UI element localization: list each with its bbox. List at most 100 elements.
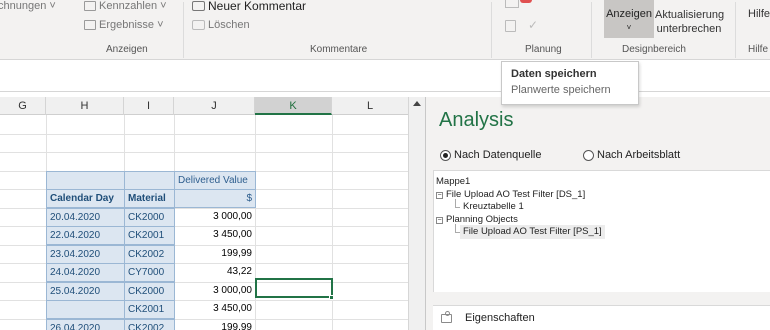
calendar-day-header[interactable]: Calendar Day	[46, 189, 125, 208]
spreadsheet-grid[interactable]: Delivered Value Calendar Day Material $ …	[0, 115, 408, 330]
radio-unselected-icon	[583, 149, 594, 161]
kennzahlen-menu[interactable]: Kennzahlen ˅	[84, 0, 167, 12]
fill-handle[interactable]	[329, 295, 334, 300]
tree-connector	[455, 207, 460, 208]
table-row-value[interactable]: 199,99	[174, 319, 255, 330]
column-headers: G H I J K L	[0, 97, 408, 115]
table-corner-cell[interactable]	[124, 171, 175, 190]
data-source-tree[interactable]: Mappe1 − File Upload AO Test Filter [DS_1…	[433, 170, 770, 292]
table-row-material[interactable]: CY7000	[124, 263, 175, 282]
gridline	[0, 134, 408, 135]
formula-bar[interactable]	[0, 60, 770, 92]
material-header[interactable]: Material	[124, 189, 175, 208]
radio-nach-datenquelle-label: Nach Datenquelle	[454, 149, 542, 161]
save-data-icon[interactable]	[505, 0, 519, 8]
column-header-i[interactable]: I	[124, 97, 174, 115]
delete-comment-icon	[192, 20, 205, 30]
table-corner-cell[interactable]	[46, 171, 125, 190]
table-row-value[interactable]: 3 450,00	[174, 300, 255, 319]
properties-section[interactable]: Eigenschaften	[433, 305, 770, 330]
sigma-icon	[84, 20, 96, 30]
analysis-title: Analysis	[439, 109, 514, 131]
radio-nach-arbeitsblatt-label: Nach Arbeitsblatt	[597, 149, 681, 161]
hilfe-button[interactable]: Hilfe	[748, 8, 770, 20]
ribbon: chnungen ˅ Kennzahlen ˅ Ergebnisse ˅ Anz…	[0, 0, 770, 60]
aktualisierung-label-line1: Aktualisierung	[655, 9, 725, 21]
table-row-material[interactable]: CK2000	[124, 208, 175, 227]
loeschen-button[interactable]: Löschen	[192, 19, 250, 31]
kennzahlen-label: Kennzahlen ˅	[99, 0, 167, 12]
table-row-value[interactable]: 3 000,00	[174, 208, 255, 227]
radio-nach-datenquelle[interactable]: Nach Datenquelle	[440, 149, 541, 161]
vertical-scrollbar[interactable]	[408, 97, 425, 330]
tooltip-description: Planwerte speichern	[511, 84, 611, 96]
table-row-material[interactable]: CK2001	[124, 300, 175, 319]
aktualisierung-unterbrechen-button[interactable]: Aktualisierung unterbrechen	[655, 8, 725, 36]
radio-nach-arbeitsblatt[interactable]: Nach Arbeitsblatt	[583, 149, 680, 161]
tooltip-title: Daten speichern	[511, 68, 597, 80]
tree-node-root[interactable]: Mappe1	[436, 176, 470, 188]
table-row-value[interactable]: 43,22	[174, 263, 255, 282]
table-row-material[interactable]: CK2001	[124, 226, 175, 245]
gridline	[0, 152, 408, 153]
berechnungen-label: chnungen ˅	[0, 0, 56, 12]
table-row-date[interactable]: 24.04.2020	[46, 263, 125, 282]
delivered-value-header[interactable]: Delivered Value	[174, 171, 256, 190]
column-header-h[interactable]: H	[46, 97, 124, 115]
berechnungen-menu[interactable]: chnungen ˅	[0, 0, 56, 12]
comment-icon	[192, 1, 205, 11]
tree-node-planning-objects-label: Planning Objects	[446, 214, 518, 225]
neuer-kommentar-button[interactable]: Neuer Kommentar	[192, 0, 306, 13]
table-row-material[interactable]: CK2002	[124, 245, 175, 264]
collapse-icon[interactable]: −	[436, 217, 443, 224]
group-anzeigen-label: Anzeigen	[106, 44, 148, 55]
tree-node-ds1[interactable]: − File Upload AO Test Filter [DS_1]	[436, 189, 585, 201]
active-cell[interactable]	[255, 278, 333, 298]
table-row-date[interactable]: 26.04.2020	[46, 319, 125, 330]
column-header-l[interactable]: L	[332, 97, 408, 115]
properties-label: Eigenschaften	[465, 312, 535, 324]
tree-node-ds1-label: File Upload AO Test Filter [DS_1]	[446, 189, 586, 200]
table-row-value[interactable]: 3 450,00	[174, 226, 255, 245]
loeschen-label: Löschen	[208, 19, 250, 31]
neuer-kommentar-label: Neuer Kommentar	[208, 0, 307, 13]
properties-icon	[441, 311, 452, 323]
ribbon-separator	[591, 2, 592, 58]
collapse-icon[interactable]: −	[436, 192, 443, 199]
table-row-value[interactable]: 199,99	[174, 245, 255, 264]
radio-selected-icon	[440, 149, 451, 161]
column-header-k[interactable]: K	[255, 97, 332, 115]
scroll-up-icon[interactable]	[413, 101, 421, 106]
column-header-g[interactable]: G	[0, 97, 46, 115]
anzeigen-label: Anzeigen	[606, 8, 652, 20]
table-row-date[interactable]: 25.04.2020	[46, 282, 125, 301]
ergebnisse-menu[interactable]: Ergebnisse ˅	[84, 19, 164, 31]
table-row-date[interactable]	[46, 300, 125, 319]
group-kommentare-label: Kommentare	[310, 44, 368, 55]
save-data-tooltip: Daten speichern Planwerte speichern	[501, 61, 639, 105]
table-row-material[interactable]: CK2002	[124, 319, 175, 330]
table-row-date[interactable]: 23.04.2020	[46, 245, 125, 264]
column-header-j[interactable]: J	[174, 97, 255, 115]
lock-icon[interactable]	[505, 20, 516, 32]
ribbon-separator	[735, 2, 736, 58]
recalculate-icon[interactable]: ✓	[528, 18, 538, 32]
table-row-date[interactable]: 22.04.2020	[46, 226, 125, 245]
group-planung-label: Planung	[525, 44, 562, 55]
chevron-down-icon: ˅	[626, 23, 632, 32]
unit-header[interactable]: $	[174, 189, 256, 208]
aktualisierung-label-line2: unterbrechen	[656, 23, 722, 35]
ribbon-separator	[183, 2, 184, 58]
table-row-material[interactable]: CK2000	[124, 282, 175, 301]
group-hilfe-label: Hilfe	[748, 44, 769, 55]
table-row-date[interactable]: 20.04.2020	[46, 208, 125, 227]
anzeigen-button[interactable]: Anzeigen ˅	[604, 0, 654, 38]
analysis-pane: Analysis Nach Datenquelle Nach Arbeitsbl…	[425, 97, 770, 330]
ergebnisse-label: Ergebnisse ˅	[99, 19, 164, 31]
tree-node-kreuztabelle[interactable]: Kreuztabelle 1	[463, 201, 524, 213]
ribbon-separator	[491, 2, 492, 58]
kennzahlen-icon	[84, 1, 96, 11]
tree-node-ps1[interactable]: File Upload AO Test Filter [PS_1]	[460, 225, 605, 239]
table-row-value[interactable]: 3 000,00	[174, 282, 255, 301]
save-data-icon-marker	[520, 0, 532, 3]
